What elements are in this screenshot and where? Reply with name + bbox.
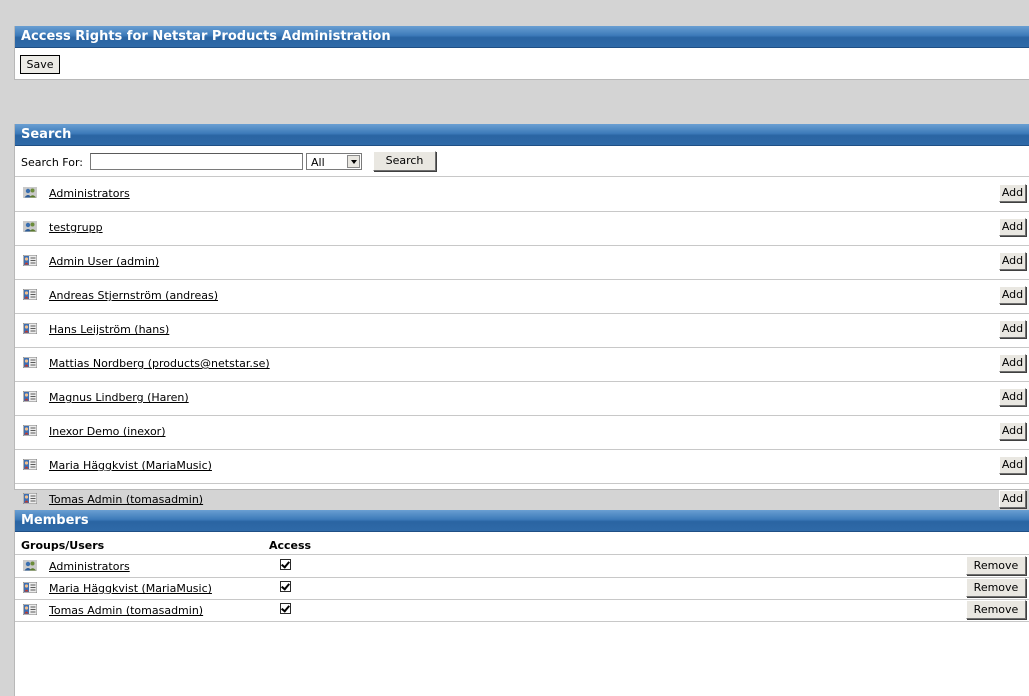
remove-button[interactable]: Remove <box>966 600 1026 619</box>
members-panel-title: Members <box>15 510 1029 532</box>
search-result-link[interactable]: Admin User (admin) <box>49 255 159 268</box>
access-checkbox[interactable] <box>280 603 291 614</box>
search-result-link[interactable]: Inexor Demo (inexor) <box>49 425 166 438</box>
members-table-header: Groups/Users Access <box>15 532 1029 555</box>
search-result-link[interactable]: Mattias Nordberg (products@netstar.se) <box>49 357 270 370</box>
user-icon <box>23 459 37 470</box>
column-header-groups-users: Groups/Users <box>21 539 105 552</box>
user-icon <box>23 493 37 504</box>
members-panel: Members Groups/Users Access Administrato… <box>14 510 1029 696</box>
search-result-link[interactable]: Maria Häggkvist (MariaMusic) <box>49 459 212 472</box>
access-checkbox[interactable] <box>280 559 291 570</box>
search-result-row: Magnus Lindberg (Haren) Add <box>15 381 1029 416</box>
add-button[interactable]: Add <box>999 184 1026 202</box>
add-button[interactable]: Add <box>999 286 1026 304</box>
user-icon <box>23 289 37 300</box>
member-link[interactable]: Administrators <box>49 560 130 573</box>
remove-button[interactable]: Remove <box>966 578 1026 597</box>
user-icon <box>23 582 37 593</box>
access-checkbox[interactable] <box>280 581 291 592</box>
page: Access Rights for Netstar Products Admin… <box>0 0 1029 696</box>
member-row: Maria Häggkvist (MariaMusic) Remove <box>15 577 1029 600</box>
member-link[interactable]: Tomas Admin (tomasadmin) <box>49 604 203 617</box>
member-row: Tomas Admin (tomasadmin) Remove <box>15 599 1029 622</box>
search-result-link[interactable]: Andreas Stjernström (andreas) <box>49 289 218 302</box>
access-rights-panel: Access Rights for Netstar Products Admin… <box>14 26 1029 80</box>
add-button[interactable]: Add <box>999 354 1026 372</box>
remove-button[interactable]: Remove <box>966 556 1026 575</box>
user-icon <box>23 425 37 436</box>
search-result-row: testgrupp Add <box>15 211 1029 246</box>
search-type-select[interactable]: All <box>306 153 362 170</box>
search-panel-title: Search <box>15 124 1029 146</box>
search-result-row: Inexor Demo (inexor) Add <box>15 415 1029 450</box>
search-result-row: Andreas Stjernström (andreas) Add <box>15 279 1029 314</box>
add-button[interactable]: Add <box>999 252 1026 270</box>
search-type-value: All <box>311 156 325 169</box>
add-button[interactable]: Add <box>999 218 1026 236</box>
search-for-label: Search For: <box>21 156 83 169</box>
member-row: Administrators Remove <box>15 555 1029 578</box>
search-result-row: Admin User (admin) Add <box>15 245 1029 280</box>
add-button[interactable]: Add <box>999 388 1026 406</box>
search-result-row: Hans Leijström (hans) Add <box>15 313 1029 348</box>
search-input[interactable] <box>90 153 303 170</box>
column-header-access: Access <box>269 539 312 552</box>
group-icon <box>23 187 37 198</box>
group-icon <box>23 221 37 232</box>
search-result-link[interactable]: Hans Leijström (hans) <box>49 323 169 336</box>
save-button[interactable]: Save <box>20 55 60 74</box>
user-icon <box>23 357 37 368</box>
member-link[interactable]: Maria Häggkvist (MariaMusic) <box>49 582 212 595</box>
chevron-down-icon[interactable] <box>347 155 360 168</box>
add-button[interactable]: Add <box>999 490 1026 508</box>
search-result-row: Administrators Add <box>15 177 1029 212</box>
search-result-row: Mattias Nordberg (products@netstar.se) Ad… <box>15 347 1029 382</box>
group-icon <box>23 560 37 571</box>
add-button[interactable]: Add <box>999 422 1026 440</box>
user-icon <box>23 255 37 266</box>
search-button[interactable]: Search <box>373 151 436 171</box>
add-button[interactable]: Add <box>999 320 1026 338</box>
search-result-link[interactable]: Magnus Lindberg (Haren) <box>49 391 189 404</box>
search-result-link[interactable]: Administrators <box>49 187 130 200</box>
user-icon <box>23 604 37 615</box>
search-bar: Search For: All Search <box>15 146 1029 177</box>
search-result-link[interactable]: Tomas Admin (tomasadmin) <box>49 493 203 506</box>
page-title: Access Rights for Netstar Products Admin… <box>15 26 1029 48</box>
add-button[interactable]: Add <box>999 456 1026 474</box>
search-panel: Search Search For: All Search Administra… <box>14 124 1029 518</box>
user-icon <box>23 391 37 402</box>
search-result-link[interactable]: testgrupp <box>49 221 103 234</box>
user-icon <box>23 323 37 334</box>
search-result-row: Maria Häggkvist (MariaMusic) Add <box>15 449 1029 484</box>
